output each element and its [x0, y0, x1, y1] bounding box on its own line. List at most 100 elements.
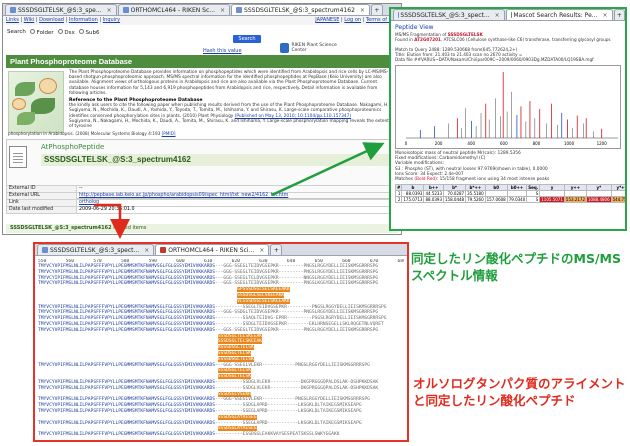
- info-link[interactable]: http://pepbase.iab.keio.ac.jp/phospho/ar…: [79, 193, 288, 198]
- ion-cell: 44.5233: [423, 190, 444, 198]
- search-option-sub6[interactable]: Sub6: [78, 28, 99, 36]
- aligned-sequence-tail: ---GGS-SSEGLTEIDVGSEPKR---------PNGSLKGG…: [215, 281, 379, 287]
- alignment-tabbar: SSSDSGLTELSK_@S:3_spect... × ORTHOMCL464 -…: [35, 244, 407, 256]
- ion-cell: 79.0340: [506, 196, 528, 204]
- pmid-link[interactable]: [PMID]: [162, 131, 176, 136]
- nav-link[interactable]: Links: [6, 17, 19, 23]
- browser-tab[interactable]: Mascot Search Results: Pe... ×: [505, 9, 613, 20]
- browser-tab[interactable]: SSSDSGLTELSK_@S:3_spect... ×: [37, 244, 155, 255]
- spectrum-window: SSSDSGLTELSK_@S:3_spect... × Mascot Search…: [389, 7, 627, 231]
- phosphopeptide-highlight[interactable]: SSSDSGLAYAESEG: [217, 426, 257, 432]
- close-icon[interactable]: ×: [220, 5, 225, 15]
- aligned-sequence-tail: ----------SSAQLTEIDVG-EPRR---------PSGSL…: [215, 316, 387, 322]
- browser-tab[interactable]: SSSDSGLTELSK_@S:3_spect... ×: [393, 9, 505, 20]
- browser-tab[interactable]: ORTHOMCL464 - RIKEN Sc... ×: [117, 4, 231, 15]
- page-icon: [42, 247, 48, 253]
- search-option-folder[interactable]: Folder: [29, 28, 54, 36]
- intro-paragraph: The Plant Phosphoproteome Database provi…: [69, 70, 389, 96]
- ion-cell: 88.0393: [401, 190, 425, 198]
- nav-link[interactable]: Log on: [344, 17, 361, 23]
- peptide-info-line: Data file ##VARUS~DATA/Nakami/Chi/ipar00…: [395, 57, 594, 62]
- phosphopeptide-highlight[interactable]: SSSDSGLTELSK: [217, 374, 251, 380]
- riken-logo-icon: [280, 43, 290, 53]
- aligned-sequence: TMYVCYVPIFMSLNLILPAPSFFFVPYLLPEGMMSMTKFN…: [38, 321, 216, 327]
- new-tab-button[interactable]: +: [370, 4, 383, 15]
- reference-link[interactable]: (Published on May 13, 2010; 10.1104/pp.1…: [235, 114, 351, 119]
- phosphopeptide-highlight[interactable]: SSSDSGLTELSK: [217, 368, 251, 374]
- nav-link[interactable]: Information: [69, 17, 98, 23]
- aligned-sequence: TMYVCYVPIFMSLNLILPAPSFFFVPYLLPEGMMSMTKFN…: [38, 316, 216, 322]
- phosphopeptide-highlight[interactable]: VLSSSDSGLSELSKEEAKK: [237, 298, 290, 304]
- phosphopeptide-highlight[interactable]: SSSDSGLSELSKEEAKK: [237, 292, 285, 298]
- main-tabbar: SSSDSGLTELSK_@S:3_spe... × ORTHOMCL464 - R…: [3, 4, 401, 16]
- search-button[interactable]: Search: [233, 35, 261, 43]
- phosphopeptide-highlight[interactable]: ESSSDSGLTELSK: [217, 356, 254, 362]
- phosphopeptide-highlight[interactable]: GPSSSDSGLSELSKEEAKK: [237, 287, 290, 293]
- info-link[interactable]: ortholog: [79, 200, 99, 205]
- new-tab-button[interactable]: +: [270, 244, 283, 255]
- tab-label: SSSDSGLTELSK_@S:3_spect...: [400, 11, 490, 19]
- x-tick-label: 1200: [597, 141, 608, 146]
- protein-accession[interactable]: AT2G07201: [414, 37, 441, 42]
- aligned-sequence: TMYVCYVPIFMSLNLILPAPSFFFVPYLLPEGMMSMTKFN…: [38, 379, 216, 385]
- tab-label: Mascot Search Results: Pe...: [513, 11, 598, 19]
- close-icon[interactable]: ×: [107, 5, 112, 15]
- new-tab-button[interactable]: +: [613, 9, 625, 20]
- ion-cell: 158.0448: [442, 196, 467, 204]
- x-tick-label: 0: [405, 141, 408, 146]
- spectrum-detail-line: Matches (Bold Red): 15/158 fragment ions…: [395, 177, 550, 183]
- peptide-view-title: Peptide View: [395, 24, 434, 31]
- x-tick-label: 400: [467, 141, 475, 146]
- phosphopeptide-highlight[interactable]: RSSSDSGLTELSK: [217, 345, 254, 351]
- search-row: Search Folder Dsx Sub6: [3, 25, 401, 39]
- related-items-bar[interactable]: SSSDSGLTELSK_@S:3_spectrum4162 related i…: [6, 224, 398, 233]
- help-link[interactable]: Hash this value: [203, 48, 242, 54]
- aligned-sequence-tail: ---GGG-SSEGLTEIDVGSEPKR---------PNGSLRGG…: [215, 269, 379, 275]
- info-value: --: [76, 185, 398, 193]
- info-key: Date last modified: [6, 206, 77, 214]
- tab-label: ORTHOMCL464 - RIKEN Sc...: [130, 6, 215, 14]
- phosphopeptide-highlight[interactable]: SSSDSGLTELSK: [217, 350, 251, 356]
- ion-cell: 544.7589: [610, 196, 625, 204]
- riken-logo[interactable]: RIKEN Plant Science Center: [280, 42, 350, 54]
- info-row: External ID --: [6, 185, 398, 193]
- top-nav: Links | Wiki | Download | Information | …: [3, 16, 401, 25]
- ion-cell: 79.5260: [465, 196, 486, 204]
- reference-text-2: Sugiyama, N., Nakagami, H., Mochida, K.,…: [69, 118, 389, 130]
- aligned-sequence: TMYVCYIPIFMSLNLILPAPSFFFVPYLLPEGMMSMTKFN…: [38, 275, 216, 281]
- aligned-sequence-tail: ----------SSEGLTEIDVGSEPKR---------PNGSL…: [215, 304, 387, 310]
- nav-link[interactable]: JAPANESE: [315, 17, 339, 23]
- radio-icon[interactable]: [29, 28, 35, 34]
- aligned-sequence: TMYVCYVPIFMSLNLILPAPSFFFVPYLLPEGMMSMTKFN…: [38, 327, 216, 333]
- document-icon: [9, 146, 27, 168]
- close-icon[interactable]: ×: [603, 10, 608, 20]
- nav-link[interactable]: Download: [39, 17, 64, 23]
- ion-cell: 157.0608: [484, 196, 508, 204]
- page-icon: [122, 7, 129, 13]
- radio-icon[interactable]: [57, 28, 63, 34]
- nav-link[interactable]: Wiki: [24, 17, 35, 23]
- browser-tab[interactable]: SSSDSGLTELSK_@S:3_spectrum4162 ×: [231, 4, 370, 15]
- radio-icon[interactable]: [78, 28, 84, 34]
- database-title-banner: Plant Phosphoproteome Database: [6, 55, 398, 68]
- phosphopeptide-highlight[interactable]: SSSDSGLTELSKEEAK: [217, 339, 263, 345]
- spectrum-svg: 0 200 400 600 800 1000 1200: [405, 72, 618, 146]
- close-icon[interactable]: ×: [360, 5, 365, 15]
- browser-tab[interactable]: ORTHOMCL464 - RIKEN Sci... ×: [155, 244, 270, 255]
- aligned-sequence: TMYVCYVPIFMSLNLILPAPSFFFVPYLLPEGMMSMTKFN…: [38, 310, 216, 316]
- ion-cell: 553.2172: [563, 196, 588, 204]
- nav-link[interactable]: Inquiry: [103, 17, 120, 23]
- fragment-ion-table: #bb++b*b*++b0b0++Seq.yy++y*y*++y0y0++#18…: [394, 184, 625, 204]
- phosphopeptide-highlight[interactable]: SSSDSGLVSEKR: [217, 391, 251, 397]
- close-icon[interactable]: ×: [259, 245, 264, 255]
- aligned-sequence: TMYVCYVPIFMSLNLILPAPSFFFVPYLLPEGMMSMTKFN…: [38, 397, 216, 403]
- phosphopeptide-highlight[interactable]: SSSDSGLAYAESEG: [217, 414, 257, 420]
- peptide-info-line: Found in AT2G07201, ATCSLC06 (Cellulose …: [395, 37, 611, 42]
- close-icon[interactable]: ×: [144, 245, 149, 255]
- plant-cell-illustration: [8, 71, 64, 133]
- search-option-dsx[interactable]: Dsx: [57, 28, 75, 36]
- browser-tab[interactable]: SSSDSGLTELSK_@S:3_spe... ×: [5, 4, 117, 15]
- phosphopeptide-highlight[interactable]: SSSDSGLTELSKEEAK: [217, 333, 263, 339]
- close-icon[interactable]: ×: [495, 10, 500, 20]
- aligned-sequence: TMYVCYVPIFMSLNLILPAPSFFFVPYLLPEGMMSMTKFN…: [38, 304, 216, 310]
